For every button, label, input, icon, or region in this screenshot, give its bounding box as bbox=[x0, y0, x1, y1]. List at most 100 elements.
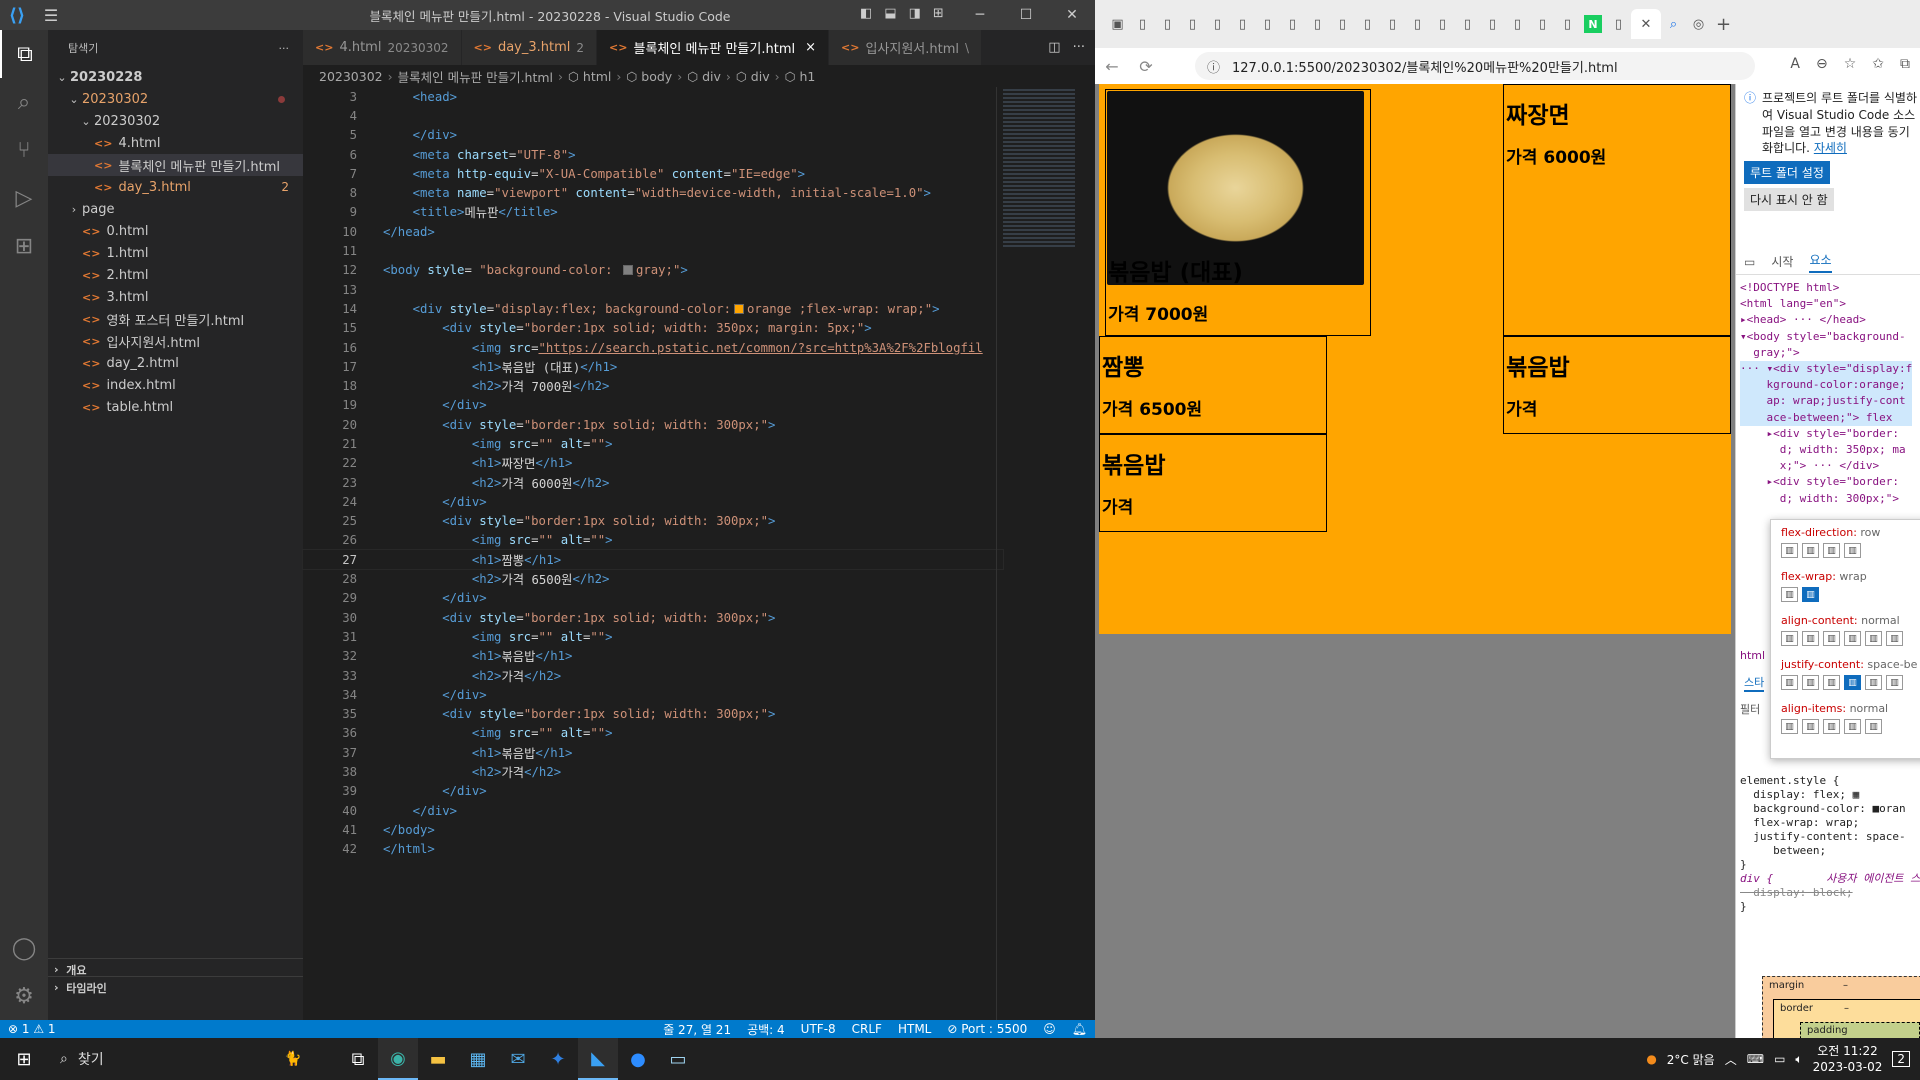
flex-option-icon[interactable]: ▥ bbox=[1802, 543, 1819, 558]
encoding-status[interactable]: UTF-8 bbox=[793, 1022, 844, 1036]
tree-item[interactable]: ⌄ 20230302 bbox=[48, 110, 303, 132]
editor-tab[interactable]: <> 4.html 20230302 bbox=[303, 30, 462, 65]
flex-option-icon[interactable]: ▥ bbox=[1886, 675, 1903, 690]
tree-item[interactable]: <> 입사지원서.html bbox=[48, 330, 303, 352]
dom-node[interactable]: ▾<body style="background- bbox=[1740, 329, 1912, 345]
flex-option-icon[interactable]: ▥ bbox=[1802, 719, 1819, 734]
flex-option-icon[interactable]: ▥ bbox=[1781, 543, 1798, 558]
customize-layout-icon[interactable]: ⊞ bbox=[933, 6, 944, 21]
toggle-sidebar-icon[interactable]: ◧ bbox=[860, 6, 872, 21]
editor-tab[interactable]: <> day_3.html 2 bbox=[461, 30, 598, 65]
taskbar-search[interactable]: ⌕ 찾기 bbox=[48, 1038, 248, 1080]
breadcrumb-item[interactable]: ⬡ div bbox=[736, 69, 770, 84]
feedback-icon[interactable]: ☺ bbox=[1035, 1022, 1064, 1036]
minimize-button[interactable]: ─ bbox=[957, 0, 1003, 30]
code-line[interactable]: 6 <meta charset = "UTF-8" > bbox=[303, 145, 1003, 164]
breadcrumb-item[interactable]: 20230302 bbox=[319, 69, 383, 84]
more-actions-icon[interactable]: ··· bbox=[1073, 40, 1085, 55]
vscode-app-icon[interactable]: ◣ bbox=[578, 1038, 618, 1080]
code-line[interactable]: 37 <h1> 볶음밥 </h1> bbox=[303, 743, 1003, 762]
code-line[interactable]: 30 <div style = "border:1px solid; width: … bbox=[303, 608, 1003, 627]
code-line[interactable]: 35 <div style = "border:1px solid; width: … bbox=[303, 705, 1003, 724]
browser-tab-favicon[interactable]: ▯ bbox=[1280, 9, 1305, 39]
tree-item[interactable]: <> 2.html bbox=[48, 264, 303, 286]
back-arrow-icon[interactable]: ← bbox=[1095, 57, 1129, 76]
favorite-add-icon[interactable]: ☆ bbox=[1844, 56, 1857, 72]
code-line[interactable]: 42 </html> bbox=[303, 840, 1003, 859]
browser-tab-favicon[interactable]: ▯ bbox=[1255, 9, 1280, 39]
css-rule-line[interactable]: div { 사용자 에이전트 스 bbox=[1740, 872, 1920, 886]
code-line[interactable]: 31 <img src = "" alt = "" > bbox=[303, 627, 1003, 646]
code-line[interactable]: 9 <title> 메뉴판 </title> bbox=[303, 203, 1003, 222]
flex-option-icon[interactable]: ▥ bbox=[1844, 675, 1861, 690]
browser-tab-close-icon[interactable]: ✕ bbox=[1631, 9, 1661, 39]
toggle-panel-icon[interactable]: ⬓ bbox=[884, 6, 896, 21]
code-editor[interactable]: 3 <head> 4 5 </div> 6 <meta charset = "UTF-8"… bbox=[302, 87, 1004, 859]
pin-app-icon[interactable]: ✦ bbox=[538, 1038, 578, 1080]
dom-node[interactable]: d; width: 350px; ma bbox=[1740, 442, 1912, 458]
flex-option-icon[interactable]: ▥ bbox=[1865, 631, 1882, 646]
new-tab-button[interactable]: + bbox=[1711, 9, 1736, 39]
browser-tab-favicon[interactable]: N bbox=[1584, 15, 1602, 33]
code-line[interactable]: 17 <h1> 볶음밥 (대표) </h1> bbox=[303, 357, 1003, 376]
language-mode[interactable]: HTML bbox=[890, 1022, 939, 1036]
flex-option-icon[interactable]: ▥ bbox=[1781, 587, 1798, 602]
tab-start[interactable]: 시작 bbox=[1771, 253, 1793, 270]
tab-styles[interactable]: 스타 bbox=[1744, 674, 1765, 692]
favorites-icon[interactable]: ✩ bbox=[1872, 56, 1884, 72]
code-line[interactable]: 19 </div> bbox=[303, 396, 1003, 415]
code-line[interactable]: 12 <body style = "background-color: gray;"… bbox=[303, 261, 1003, 280]
more-actions-icon[interactable]: ··· bbox=[279, 42, 290, 55]
tab-elements[interactable]: 요소 bbox=[1809, 251, 1832, 273]
dom-node[interactable]: ··· ▾<div style="display:f bbox=[1740, 361, 1913, 378]
browser-tab-favicon[interactable]: ▯ bbox=[1205, 9, 1230, 39]
keyboard-icon[interactable]: ⌨ bbox=[1747, 1052, 1764, 1066]
browser-tab-favicon[interactable]: ▯ bbox=[1305, 9, 1330, 39]
code-line[interactable]: 26 <img src = "" alt = "" > bbox=[303, 531, 1003, 550]
browser-tab-favicon[interactable]: ▯ bbox=[1430, 9, 1455, 39]
problems-status[interactable]: ⊗ 1 ⚠ 1 bbox=[0, 1022, 64, 1036]
device-emulation-icon[interactable]: ▭ bbox=[1744, 255, 1755, 269]
tree-item[interactable]: <> 3.html bbox=[48, 286, 303, 308]
toggle-secondary-sidebar-icon[interactable]: ◨ bbox=[909, 6, 921, 21]
tray-overflow-icon[interactable]: ︿ bbox=[1725, 1051, 1737, 1068]
tree-item[interactable]: <> day_3.html 2 bbox=[48, 176, 303, 198]
css-rule-line[interactable]: justify-content: space- bbox=[1740, 830, 1920, 844]
css-rule-line[interactable]: display: block; bbox=[1740, 886, 1920, 900]
browser-tab-favicon[interactable]: ▯ bbox=[1480, 9, 1505, 39]
code-line[interactable]: 22 <h1> 짜장면 </h1> bbox=[303, 454, 1003, 473]
flex-option-icon[interactable]: ▥ bbox=[1781, 719, 1798, 734]
browser-tab-favicon[interactable]: ▯ bbox=[1330, 9, 1355, 39]
code-line[interactable]: 27 <h1> 짬뽕 </h1> bbox=[302, 549, 1004, 571]
code-line[interactable]: 32 <h1> 볶음밥 </h1> bbox=[303, 647, 1003, 666]
edge-app-icon[interactable]: ◉ bbox=[378, 1038, 418, 1080]
manage-gear-icon[interactable]: ⚙ bbox=[0, 972, 48, 1020]
refresh-icon[interactable]: ⟳ bbox=[1129, 57, 1163, 76]
tree-item[interactable]: <> 블록체인 메뉴판 만들기.html bbox=[48, 154, 303, 176]
browser-tab-favicon[interactable]: ▯ bbox=[1405, 9, 1430, 39]
code-line[interactable]: 40 </div> bbox=[303, 801, 1003, 820]
flexbox-editor-popup[interactable]: flex-direction: row ▥ ▥ ▥ ▥ flex-wrap: wrap ▥ ▥… bbox=[1770, 519, 1920, 759]
flex-option-icon[interactable]: ▥ bbox=[1781, 631, 1798, 646]
tree-item[interactable]: › page bbox=[48, 198, 303, 220]
code-line[interactable]: 11 bbox=[303, 241, 1003, 260]
tree-item[interactable]: <> 1.html bbox=[48, 242, 303, 264]
browser-tab-favicon[interactable]: ▯ bbox=[1355, 9, 1380, 39]
flex-option-icon[interactable]: ▥ bbox=[1865, 675, 1882, 690]
css-rule-line[interactable]: } bbox=[1740, 858, 1920, 872]
code-line[interactable]: 3 <head> bbox=[303, 87, 1003, 106]
code-line[interactable]: 39 </div> bbox=[303, 782, 1003, 801]
dom-tree[interactable]: <!DOCTYPE html> <html lang="en"> ▸<head> ·… bbox=[1740, 280, 1913, 507]
flex-option-icon[interactable]: ▥ bbox=[1802, 675, 1819, 690]
maximize-button[interactable]: ☐ bbox=[1003, 0, 1049, 30]
flex-option-icon[interactable]: ▥ bbox=[1781, 675, 1798, 690]
browser-tab-favicon[interactable]: ▯ bbox=[1380, 9, 1405, 39]
github-tab-icon[interactable]: ◎ bbox=[1686, 9, 1711, 39]
code-line[interactable]: 36 <img src = "" alt = "" > bbox=[303, 724, 1003, 743]
code-line[interactable]: 13 bbox=[303, 280, 1003, 299]
network-icon[interactable]: ▭ bbox=[1774, 1052, 1785, 1066]
dom-node[interactable]: <html lang="en"> bbox=[1740, 296, 1912, 312]
menu-icon[interactable]: ☰ bbox=[34, 6, 68, 25]
address-bar[interactable]: ⓘ 127.0.0.1:5500/20230302/블록체인%20메뉴판%20만들… bbox=[1195, 52, 1755, 80]
code-line[interactable]: 10 </head> bbox=[303, 222, 1003, 241]
